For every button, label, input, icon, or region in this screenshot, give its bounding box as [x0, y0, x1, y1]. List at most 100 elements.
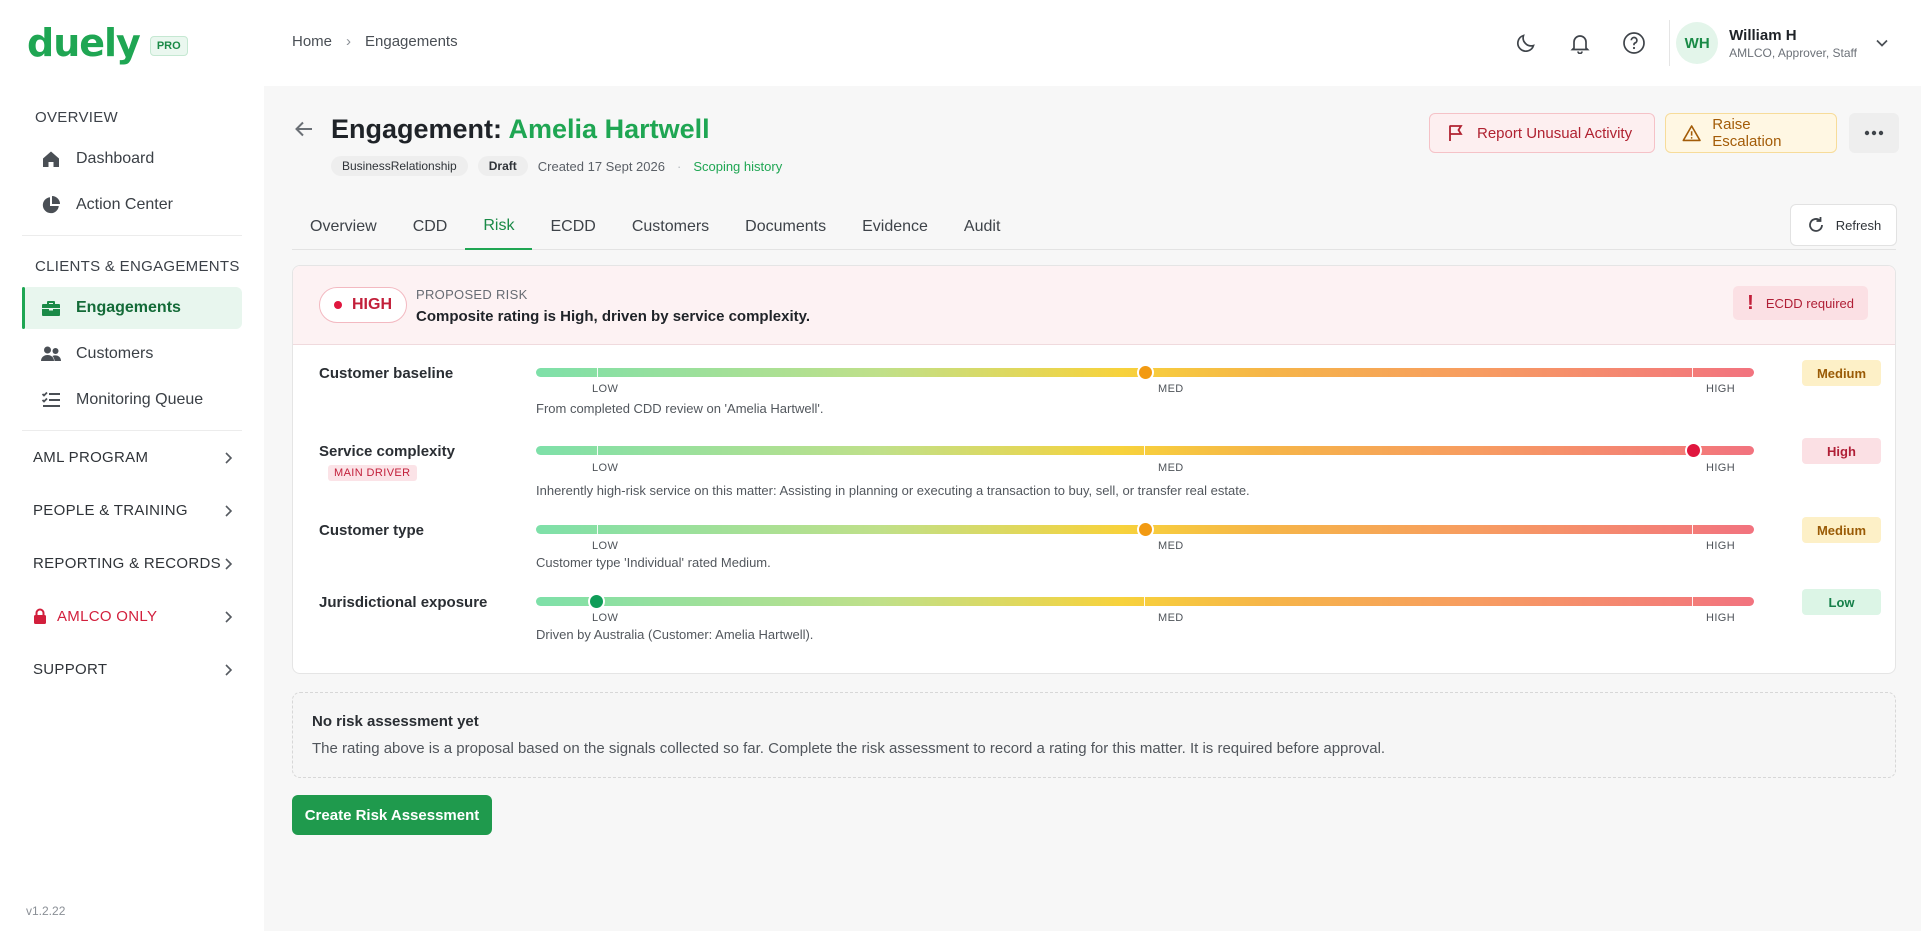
- sidebar-group-people-training[interactable]: PEOPLE & TRAINING: [33, 502, 233, 519]
- users-icon: [40, 343, 62, 365]
- briefcase-icon: [40, 297, 62, 319]
- risk-summary: Composite rating is High, driven by serv…: [416, 308, 810, 325]
- report-unusual-activity-button[interactable]: Report Unusual Activity: [1429, 113, 1655, 153]
- risk-slider-track: [536, 521, 1754, 538]
- scale-low-label: LOW: [592, 383, 619, 395]
- tick-low: [597, 368, 598, 377]
- risk-dot-icon: [334, 301, 342, 309]
- sidebar-item-label: Dashboard: [76, 150, 155, 167]
- sidebar-item-label: Monitoring Queue: [76, 391, 204, 408]
- sidebar-group-aml-program[interactable]: AML PROGRAM: [33, 449, 233, 466]
- factor-level-badge: High: [1802, 438, 1881, 464]
- sidebar-item-dashboard[interactable]: Dashboard: [22, 138, 242, 180]
- scale-high-label: HIGH: [1706, 540, 1736, 552]
- scale-med-label: MED: [1158, 383, 1184, 395]
- tick-low: [597, 525, 598, 534]
- tab-ecdd[interactable]: ECDD: [532, 204, 613, 250]
- tab-overview[interactable]: Overview: [292, 204, 395, 250]
- app-version: v1.2.22: [26, 904, 66, 918]
- factor-note: From completed CDD review on 'Amelia Har…: [536, 401, 824, 416]
- bell-icon[interactable]: [1567, 30, 1593, 56]
- title-prefix: Engagement:: [331, 114, 503, 144]
- sidebar-item-action-center[interactable]: Action Center: [22, 184, 242, 226]
- sidebar-divider: [22, 235, 242, 236]
- help-icon[interactable]: [1621, 30, 1647, 56]
- scoping-history-link[interactable]: Scoping history: [693, 159, 782, 174]
- user-menu[interactable]: William H AMLCO, Approver, Staff: [1729, 27, 1857, 60]
- raise-escalation-button[interactable]: Raise Escalation: [1665, 113, 1837, 153]
- risk-card: HIGH PROPOSED RISK Composite rating is H…: [292, 265, 1896, 674]
- sidebar-group-label: AMLCO ONLY: [57, 608, 158, 625]
- home-icon: [40, 148, 62, 170]
- chevron-right-icon: [225, 610, 233, 623]
- scale-high-label: HIGH: [1706, 383, 1736, 395]
- flag-icon: [1449, 125, 1463, 141]
- user-roles: AMLCO, Approver, Staff: [1729, 45, 1857, 60]
- factor-label: Jurisdictional exposure: [319, 594, 488, 611]
- avatar[interactable]: WH: [1676, 22, 1719, 64]
- sidebar-item-engagements[interactable]: Engagements: [22, 287, 242, 329]
- ecdd-label: ECDD required: [1765, 295, 1854, 311]
- more-actions-button[interactable]: [1849, 113, 1899, 153]
- sidebar-group-amlco-only[interactable]: AMLCO ONLY: [33, 608, 233, 625]
- tick-low: [597, 446, 598, 455]
- scale-med-label: MED: [1158, 612, 1184, 624]
- tab-cdd[interactable]: CDD: [395, 204, 466, 250]
- assessment-body: The rating above is a proposal based on …: [312, 740, 1386, 757]
- chevron-right-icon: [225, 663, 233, 676]
- dark-mode-icon[interactable]: [1513, 30, 1539, 56]
- tab-risk[interactable]: Risk: [465, 204, 533, 250]
- factor-note: Customer type 'Individual' rated Medium.: [536, 555, 771, 570]
- breadcrumb-current: Engagements: [365, 33, 458, 50]
- engagement-tabs: Overview CDD Risk ECDD Customers Documen…: [292, 204, 1896, 250]
- chevron-right-icon: [225, 504, 233, 517]
- risk-marker: [588, 593, 606, 610]
- tab-customers[interactable]: Customers: [614, 204, 727, 250]
- button-label: Report Unusual Activity: [1477, 124, 1633, 142]
- sidebar-item-monitoring-queue[interactable]: Monitoring Queue: [22, 379, 242, 421]
- risk-slider-track: [536, 364, 1754, 381]
- factor-level-badge: Low: [1802, 589, 1881, 615]
- client-name: Amelia Hartwell: [508, 114, 710, 144]
- exclamation-icon: !: [1747, 291, 1754, 314]
- risk-assessment-empty-state: No risk assessment yet The rating above …: [292, 692, 1896, 778]
- risk-marker: [1684, 442, 1702, 459]
- user-divider: [1669, 20, 1671, 66]
- scale-high-label: HIGH: [1706, 462, 1736, 474]
- brand-name: duely: [27, 21, 141, 65]
- tab-evidence[interactable]: Evidence: [844, 204, 946, 250]
- back-arrow-icon[interactable]: [293, 118, 315, 140]
- breadcrumb: Home › Engagements: [292, 33, 458, 50]
- tick-high: [1692, 368, 1693, 377]
- more-horizontal-icon: [1864, 130, 1884, 136]
- tab-documents[interactable]: Documents: [727, 204, 844, 250]
- risk-rating-pill: HIGH: [319, 287, 407, 323]
- refresh-icon: [1808, 217, 1823, 232]
- tab-audit[interactable]: Audit: [946, 204, 1018, 250]
- risk-slider-track: [536, 593, 1754, 610]
- list-check-icon: [40, 389, 62, 411]
- create-risk-assessment-button[interactable]: Create Risk Assessment: [292, 795, 492, 835]
- chevron-down-icon[interactable]: [1875, 38, 1889, 48]
- sidebar-group-support[interactable]: SUPPORT: [33, 661, 233, 678]
- logo[interactable]: duely PRO: [27, 24, 188, 62]
- nav-section-clients: CLIENTS & ENGAGEMENTS: [35, 258, 240, 275]
- sidebar-group-reporting-records[interactable]: REPORTING & RECORDS: [33, 555, 233, 572]
- assessment-title: No risk assessment yet: [312, 713, 479, 730]
- risk-header: HIGH PROPOSED RISK Composite rating is H…: [293, 266, 1895, 345]
- top-actions: WH William H AMLCO, Approver, Staff: [1513, 0, 1921, 86]
- main-content: Engagement: Amelia Hartwell BusinessRela…: [264, 86, 1921, 931]
- chevron-right-icon: [225, 557, 233, 570]
- risk-kicker: PROPOSED RISK: [416, 287, 528, 302]
- sidebar-item-customers[interactable]: Customers: [22, 333, 242, 375]
- sidebar-group-label: AML PROGRAM: [33, 449, 149, 466]
- sidebar: duely PRO OVERVIEW Dashboard Action Cent…: [0, 0, 264, 931]
- tick-high: [1692, 597, 1693, 606]
- breadcrumb-home[interactable]: Home: [292, 33, 332, 50]
- nav-section-overview: OVERVIEW: [35, 109, 118, 126]
- main-driver-badge: MAIN DRIVER: [328, 465, 417, 481]
- top-bar: Home › Engagements WH William H AMLCO, A…: [264, 0, 1921, 86]
- sidebar-group-label: REPORTING & RECORDS: [33, 555, 221, 572]
- refresh-button[interactable]: Refresh: [1790, 204, 1897, 246]
- meta-separator: ·: [676, 158, 682, 174]
